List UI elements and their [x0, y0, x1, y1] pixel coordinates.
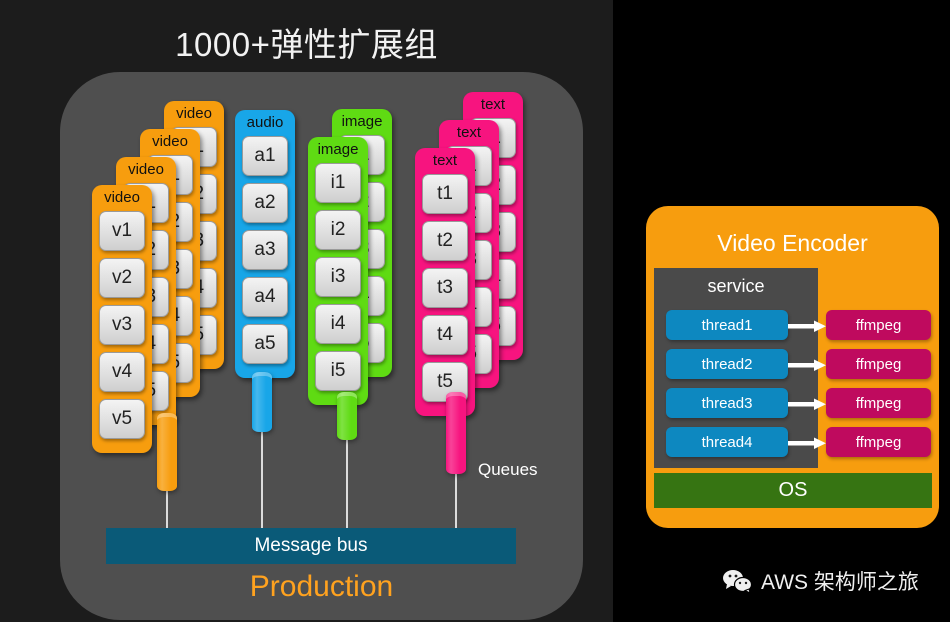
- topic-card-label: video: [104, 189, 140, 206]
- flow-arrow-icon: [788, 319, 826, 332]
- thread-box[interactable]: thread1: [666, 310, 788, 340]
- flow-arrow-icon: [788, 397, 826, 410]
- wechat-icon: [722, 569, 753, 594]
- ffmpeg-box[interactable]: ffmpeg: [826, 349, 931, 379]
- topic-card-label: audio: [246, 114, 284, 131]
- message-chip[interactable]: t2: [422, 221, 468, 261]
- thread-box[interactable]: thread4: [666, 427, 788, 457]
- wechat-footer: AWS 架构师之旅: [722, 566, 919, 596]
- os-label: OS: [778, 479, 808, 501]
- topic-card-label: text: [480, 96, 506, 113]
- slide-canvas: 1000+弹性扩展组 videov1v2v3v4v5videov1v2v3v4v…: [0, 0, 950, 622]
- page-title: 1000+弹性扩展组: [175, 26, 438, 63]
- topic-card-label: video: [128, 161, 164, 178]
- message-chip[interactable]: a5: [242, 324, 288, 364]
- message-chip[interactable]: v2: [99, 258, 145, 298]
- message-chip[interactable]: a3: [242, 230, 288, 270]
- message-chip[interactable]: v3: [99, 305, 145, 345]
- thread-box[interactable]: thread2: [666, 349, 788, 379]
- message-chip[interactable]: i3: [315, 257, 361, 297]
- topic-card-label: text: [432, 152, 458, 169]
- service-label: service: [707, 276, 765, 296]
- os-bar: OS: [654, 473, 932, 508]
- message-chip[interactable]: t3: [422, 268, 468, 308]
- topic-card-label: text: [456, 124, 482, 141]
- flow-arrow-icon: [788, 358, 826, 371]
- message-chip[interactable]: v4: [99, 352, 145, 392]
- message-chip[interactable]: a1: [242, 136, 288, 176]
- queue-cylinder-video[interactable]: [157, 413, 177, 491]
- message-chip[interactable]: t4: [422, 315, 468, 355]
- encoder-title: Video Encoder: [717, 230, 868, 256]
- message-chip[interactable]: i4: [315, 304, 361, 344]
- ffmpeg-box[interactable]: ffmpeg: [826, 310, 931, 340]
- topic-card-label: video: [152, 133, 188, 150]
- message-chip[interactable]: t1: [422, 174, 468, 214]
- topic-card-label: video: [176, 105, 212, 122]
- ffmpeg-box[interactable]: ffmpeg: [826, 427, 931, 457]
- production-label: Production: [249, 570, 394, 603]
- flow-arrow-icon: [788, 436, 826, 449]
- message-chip[interactable]: v5: [99, 399, 145, 439]
- video-encoder-panel: Video Encoder service thread1 ffmpeg threa…: [646, 206, 939, 528]
- wechat-label: AWS 架构师之旅: [761, 571, 919, 594]
- queue-cylinder-image[interactable]: [337, 392, 357, 440]
- message-chip[interactable]: v1: [99, 211, 145, 251]
- message-bus-bar: Message bus: [106, 528, 516, 564]
- message-bus-label: Message bus: [254, 535, 368, 556]
- topic-card-label: image: [341, 113, 383, 130]
- ffmpeg-box[interactable]: ffmpeg: [826, 388, 931, 418]
- queues-label: Queues: [478, 460, 538, 479]
- message-chip[interactable]: a4: [242, 277, 288, 317]
- message-chip[interactable]: i1: [315, 163, 361, 203]
- queue-cylinder-text[interactable]: [446, 392, 466, 474]
- message-chip[interactable]: i5: [315, 351, 361, 391]
- message-chip[interactable]: i2: [315, 210, 361, 250]
- queue-cylinder-audio[interactable]: [252, 372, 272, 432]
- topic-card-audio[interactable]: audio a1 a2 a3 a4 a5: [235, 110, 295, 378]
- thread-box[interactable]: thread3: [666, 388, 788, 418]
- topic-card-video[interactable]: video v1 v2 v3 v4 v5: [92, 185, 152, 453]
- topic-card-image[interactable]: image i1 i2 i3 i4 i5: [308, 137, 368, 405]
- topic-card-label: image: [317, 141, 359, 158]
- message-chip[interactable]: a2: [242, 183, 288, 223]
- topic-card-text[interactable]: textt1t2t3t4t5: [415, 148, 475, 416]
